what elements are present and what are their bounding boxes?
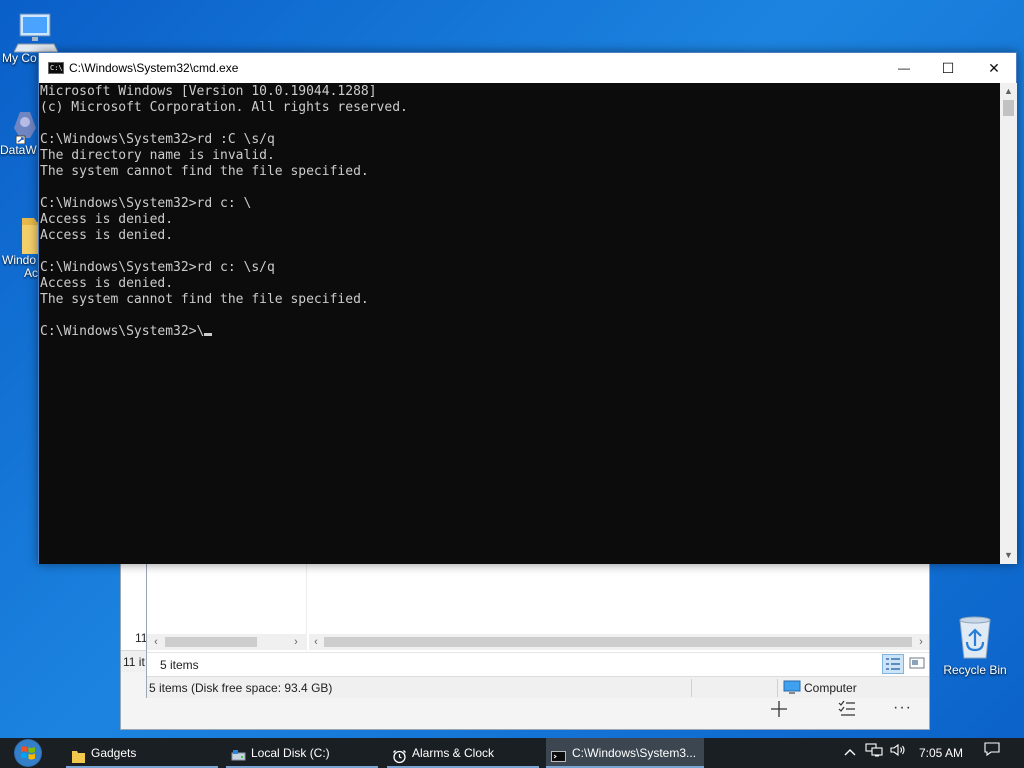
- console-line: Access is denied.: [40, 212, 174, 227]
- cmd-icon[interactable]: C:\: [48, 62, 64, 74]
- console-line: (c) Microsoft Corporation. All rights re…: [40, 100, 408, 115]
- taskbar-item-label: Alarms & Clock: [412, 746, 495, 760]
- drive-icon: [231, 745, 246, 761]
- explorer-window-front: ‹ › ‹ › 5 items 5 items (Disk free space…: [146, 560, 930, 698]
- scroll-down-icon[interactable]: ▼: [1000, 547, 1017, 564]
- console-line: Access is denied.: [40, 228, 174, 243]
- scroll-left-icon[interactable]: ‹: [309, 634, 323, 650]
- desktop-icon-recycle-bin[interactable]: Recycle Bin: [940, 612, 1010, 677]
- notification-icon[interactable]: [980, 738, 1004, 768]
- outer-statusbar: 5 items (Disk free space: 93.4 GB) Compu…: [147, 676, 929, 698]
- nav-pane-scrollbar[interactable]: ‹ ›: [147, 634, 307, 650]
- taskbar: Gadgets Local Disk (C:) Alarms & Clock C…: [0, 738, 1024, 768]
- console-line: Access is denied.: [40, 276, 174, 291]
- console-prompt: C:\Windows\System32>\: [40, 324, 205, 339]
- console-output[interactable]: Microsoft Windows [Version 10.0.19044.12…: [39, 83, 1000, 564]
- console-line: Microsoft Windows [Version 10.0.19044.12…: [40, 84, 377, 99]
- taskbar-item-label: C:\Windows\System3...: [572, 746, 697, 760]
- desktop-icon-windows-accessories[interactable]: Windo Ac: [2, 212, 56, 280]
- folder-icon: [71, 745, 86, 763]
- inner-statusbar: 5 items: [147, 652, 929, 676]
- console-prompt-line: C:\Windows\System32>\: [40, 324, 1000, 340]
- maximize-button[interactable]: ☐: [925, 53, 971, 83]
- scroll-up-icon[interactable]: ▲: [1000, 83, 1017, 100]
- desktop-icon-sublabel: Ac: [24, 266, 39, 280]
- console-line: The system cannot find the file specifie…: [40, 292, 369, 307]
- scroll-right-icon[interactable]: ›: [914, 634, 928, 650]
- taskbar-item-gadgets[interactable]: Gadgets: [66, 738, 218, 768]
- computer-icon: [783, 680, 801, 694]
- scroll-right-icon[interactable]: ›: [289, 634, 303, 650]
- taskbar-item-label: Local Disk (C:): [251, 746, 330, 760]
- desktop-icon-label: DataW: [0, 143, 37, 157]
- items-count: 5 items: [160, 658, 199, 672]
- console-lines: Microsoft Windows [Version 10.0.19044.12…: [40, 84, 1000, 324]
- more-icon[interactable]: ···: [893, 699, 912, 717]
- windows-logo-icon: [14, 739, 42, 767]
- volume-icon[interactable]: [886, 738, 910, 768]
- console-line: The directory name is invalid.: [40, 148, 275, 163]
- close-button[interactable]: ✕: [971, 53, 1017, 83]
- desktop-icon-label: Recycle Bin: [943, 663, 1007, 677]
- details-view-icon[interactable]: [882, 654, 904, 674]
- cmd-icon: [551, 745, 566, 762]
- scroll-left-icon[interactable]: ‹: [149, 634, 163, 650]
- console-scrollbar[interactable]: ▲ ▼: [1000, 83, 1017, 564]
- scrollbar-thumb[interactable]: [165, 637, 257, 647]
- cmd-titlebar[interactable]: C:\ C:\Windows\System32\cmd.exe — ☐ ✕: [39, 53, 1016, 83]
- desktop: My Co DataW Windo Ac Recycle Bin 11 11 i…: [0, 0, 1024, 738]
- preview-view-icon[interactable]: [907, 654, 927, 674]
- console-line: C:\Windows\System32>rd c: \s/q: [40, 260, 275, 275]
- desktop-icon-label: Windo: [2, 253, 37, 267]
- status-text-partial: 11 it: [123, 655, 145, 669]
- location-label: Computer: [804, 681, 857, 695]
- taskbar-item-label: Gadgets: [91, 746, 137, 760]
- computer-icon: [13, 13, 59, 53]
- taskbar-item-alarms-clock[interactable]: Alarms & Clock: [387, 738, 539, 768]
- network-icon[interactable]: [862, 738, 886, 768]
- recycle-bin-icon: [959, 616, 991, 659]
- text-cursor: [204, 333, 213, 336]
- chevron-up-icon: [844, 749, 856, 756]
- start-button[interactable]: [10, 738, 50, 768]
- taskbar-item-local-disk[interactable]: Local Disk (C:): [226, 738, 378, 768]
- cmd-window: C:\ C:\Windows\System32\cmd.exe — ☐ ✕ Mi…: [38, 52, 1017, 564]
- clock[interactable]: 7:05 AM: [910, 738, 972, 768]
- window-title: C:\Windows\System32\cmd.exe: [69, 61, 239, 75]
- add-icon[interactable]: [769, 699, 789, 719]
- scrollbar-thumb[interactable]: [1003, 100, 1014, 116]
- show-hidden-icons-chevron[interactable]: [840, 738, 860, 768]
- scrollbar-thumb[interactable]: [324, 637, 912, 647]
- taskbar-item-cmd[interactable]: C:\Windows\System3...: [546, 738, 704, 768]
- status-divider: [777, 679, 778, 697]
- console-line: The system cannot find the file specifie…: [40, 164, 369, 179]
- status-divider: [691, 679, 692, 697]
- content-scrollbar[interactable]: ‹ ›: [309, 634, 929, 650]
- console-line: C:\Windows\System32>rd c: \: [40, 196, 252, 211]
- desktop-icon-dataw[interactable]: DataW: [0, 108, 40, 157]
- checklist-icon[interactable]: [837, 699, 857, 719]
- minimize-button[interactable]: —: [881, 53, 927, 83]
- disk-status: 5 items (Disk free space: 93.4 GB): [149, 681, 333, 695]
- back-statusbar: 11 it: [121, 650, 149, 672]
- alarm-clock-icon: [392, 745, 407, 764]
- console-line: C:\Windows\System32>rd :C \s/q: [40, 132, 275, 147]
